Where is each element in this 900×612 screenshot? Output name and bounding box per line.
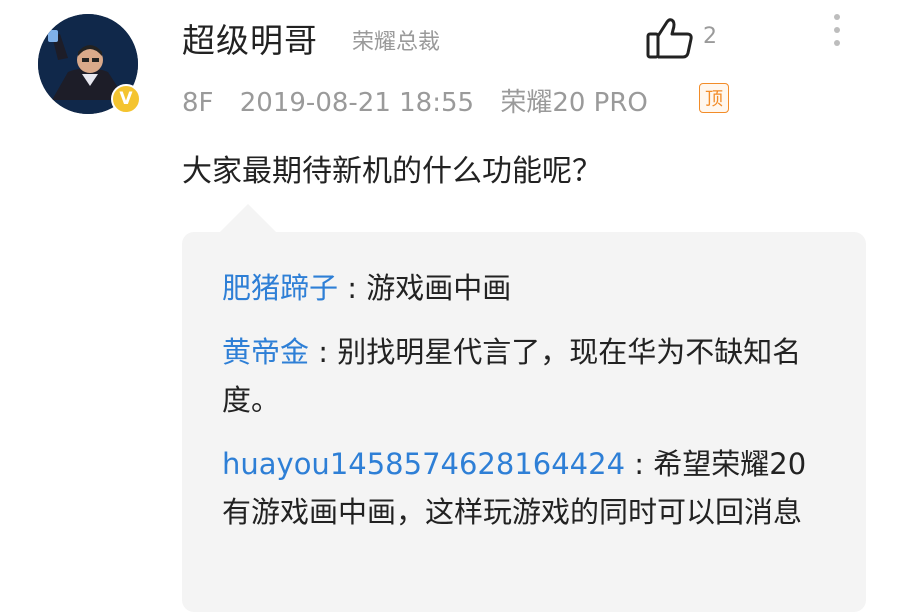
like-button[interactable] — [645, 16, 695, 60]
reply-separator: : — [625, 447, 654, 481]
reply-author[interactable]: 肥猪蹄子 — [222, 271, 338, 305]
more-vertical-icon — [834, 14, 840, 20]
username[interactable]: 超级明哥 — [182, 14, 318, 62]
thumbs-up-icon — [646, 18, 693, 59]
reply-text: 游戏画中画 — [366, 271, 512, 305]
reply-item[interactable]: huayou1458574628164424 : 希望荣耀20有游戏画中画，这样… — [222, 440, 832, 536]
device-name: 荣耀20 PRO — [500, 88, 648, 118]
comment-meta: 8F 2019-08-21 18:55 荣耀20 PRO — [182, 82, 666, 119]
reply-separator: : — [309, 335, 338, 369]
floor-number: 8F — [182, 88, 214, 118]
top-button[interactable]: 顶 — [699, 83, 729, 113]
reply-box-pointer — [220, 204, 276, 232]
post-datetime: 2019-08-21 18:55 — [239, 88, 475, 118]
more-options-button[interactable] — [826, 14, 848, 60]
like-count: 2 — [703, 24, 717, 49]
reply-item[interactable]: 肥猪蹄子 : 游戏画中画 — [222, 264, 832, 312]
reply-separator: : — [338, 271, 367, 305]
user-title: 荣耀总裁 — [352, 30, 441, 55]
vip-badge-icon: V — [111, 84, 141, 114]
more-vertical-icon — [834, 27, 840, 33]
reply-author[interactable]: huayou1458574628164424 — [222, 447, 625, 481]
reply-author[interactable]: 黄帝金 — [222, 335, 309, 369]
reply-item[interactable]: 黄帝金 : 别找明星代言了，现在华为不缺知名度。 — [222, 328, 832, 424]
comment-text: 大家最期待新机的什么功能呢？ — [182, 154, 602, 189]
more-vertical-icon — [834, 40, 840, 46]
